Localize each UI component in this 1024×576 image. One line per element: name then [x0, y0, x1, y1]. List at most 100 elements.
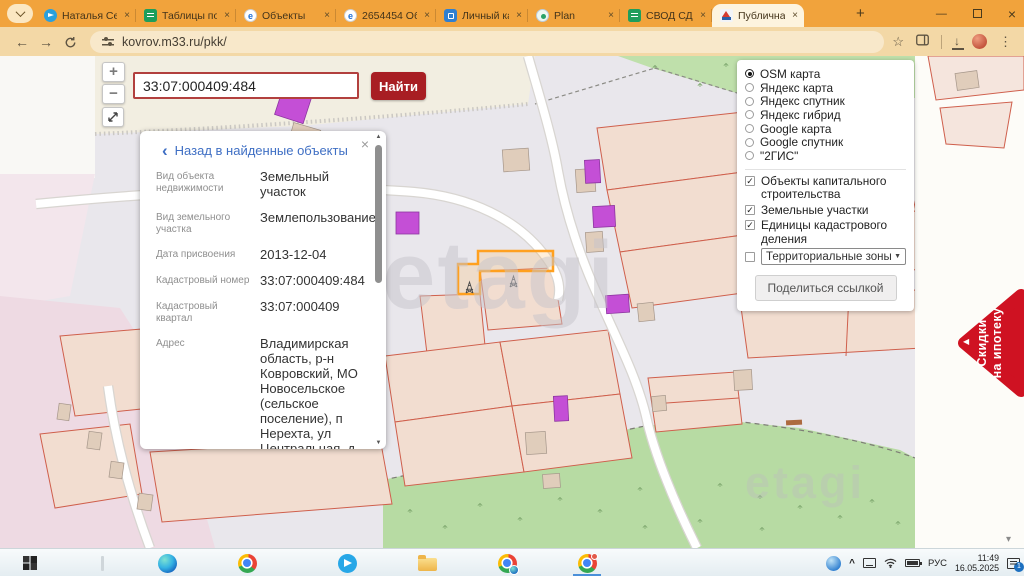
map-attribution-chevron-icon[interactable]: ▾	[1006, 534, 1011, 545]
browser-window: Наталья Селиван × Таблицы по прос × е Об…	[0, 0, 1024, 576]
taskbar-explorer-button[interactable]	[415, 552, 439, 574]
info-row: Кадастровый номер 33:07:000409:484	[156, 273, 360, 288]
wifi-icon[interactable]	[884, 558, 897, 568]
layer-option-yandex-map[interactable]: Яндекс карта	[745, 81, 906, 95]
fullscreen-button[interactable]	[102, 107, 124, 127]
radio-icon	[745, 97, 754, 106]
find-button[interactable]: Найти	[371, 72, 426, 100]
address-bar[interactable]: kovrov.m33.ru/pkk/	[90, 31, 884, 53]
radio-icon	[745, 110, 754, 119]
tab-tablicy[interactable]: Таблицы по прос ×	[136, 4, 236, 27]
chrome-edge-icon	[498, 554, 517, 573]
layer-option-yandex-hybrid[interactable]: Яндекс гибрид	[745, 108, 906, 122]
share-link-button[interactable]: Поделиться ссылкой	[755, 275, 897, 301]
window-maximize-button[interactable]	[973, 9, 982, 18]
sheets-favicon-icon	[628, 9, 641, 22]
checkbox-checked-icon: ✓	[745, 205, 755, 215]
expand-icon	[107, 111, 119, 123]
mortgage-discount-ribbon[interactable]: ◀ Скидки на ипотеку	[952, 287, 1024, 399]
tab-close-icon[interactable]: ×	[122, 10, 132, 21]
side-panel-icon[interactable]	[916, 33, 929, 51]
notification-center-icon[interactable]: 1	[1007, 558, 1020, 569]
tab-close-icon[interactable]: ×	[222, 10, 232, 21]
layer-option-yandex-sat[interactable]: Яндекс спутник	[745, 94, 906, 108]
back-chevron-icon: ‹	[162, 145, 168, 157]
e-favicon-icon: е	[244, 9, 257, 22]
overlay-land-parcels[interactable]: ✓ Земельные участки	[745, 204, 906, 218]
battery-icon[interactable]	[905, 559, 920, 567]
window-minimize-button[interactable]: —	[936, 8, 947, 20]
scroll-up-icon[interactable]: ▲	[373, 134, 384, 140]
overlay-territorial-zones: Территориальные зоны ▼	[745, 248, 906, 265]
ribbon-label: Скидки на ипотеку	[975, 288, 1009, 398]
taskbar-edge-button[interactable]	[155, 552, 179, 574]
checkbox-unchecked-icon[interactable]	[745, 252, 755, 262]
back-nav-icon[interactable]: ←	[10, 34, 34, 50]
new-tab-button[interactable]: +	[850, 3, 871, 24]
overlay-cadastral-units[interactable]: ✓ Единицы кадастрового деления	[745, 219, 906, 246]
site-info-icon[interactable]	[102, 37, 114, 47]
tab-2654454[interactable]: е 2654454 Объект ×	[336, 4, 436, 27]
tab-obekty[interactable]: е Объекты ×	[236, 4, 336, 27]
territorial-zones-select[interactable]: Территориальные зоны ▼	[761, 248, 906, 265]
windows-logo-icon	[23, 556, 37, 570]
panel-scrollbar[interactable]: ▲ ▼	[373, 134, 384, 446]
scroll-down-icon[interactable]: ▼	[373, 440, 384, 446]
cadastral-search-input[interactable]	[133, 72, 359, 99]
layer-option-osm[interactable]: OSM карта	[745, 67, 906, 81]
tab-close-icon[interactable]: ×	[790, 10, 800, 21]
plan-favicon-icon	[536, 9, 549, 22]
tab-close-icon[interactable]: ×	[422, 10, 432, 21]
tab-natalya[interactable]: Наталья Селиван ×	[36, 4, 136, 27]
tab-lichny-kabinet[interactable]: Личный кабинет ×	[436, 4, 528, 27]
tab-public-cadastral-active[interactable]: Публичная када ×	[712, 4, 804, 27]
tab-search-button[interactable]	[7, 4, 33, 23]
window-close-button[interactable]: ×	[1008, 6, 1016, 22]
profile-avatar[interactable]	[972, 34, 987, 49]
scrollbar-thumb[interactable]	[375, 145, 382, 283]
tab-close-icon[interactable]: ×	[514, 10, 524, 21]
radio-icon	[745, 124, 754, 133]
browser-menu-icon[interactable]: ⋮	[999, 34, 1012, 50]
taskbar-chrome-button[interactable]	[235, 552, 259, 574]
tab-svod-sdi[interactable]: СВОД СДИ (1) (1) ×	[620, 4, 712, 27]
tab-close-icon[interactable]: ×	[698, 10, 708, 21]
reload-icon[interactable]	[58, 34, 82, 50]
taskbar-chrome-active-button[interactable]	[575, 552, 599, 574]
info-row: Адрес Владимирская область, р-н Ковровск…	[156, 336, 360, 449]
edge-icon	[158, 554, 177, 573]
taskbar-telegram-button[interactable]	[335, 552, 359, 574]
tab-title: Публичная када	[738, 10, 785, 22]
forward-nav-icon[interactable]: →	[34, 34, 58, 50]
tab-plan[interactable]: Plan ×	[528, 4, 620, 27]
layer-option-google-sat[interactable]: Google спутник	[745, 135, 906, 149]
tray-chevron-icon[interactable]: ^	[849, 558, 855, 569]
back-link-label: Назад в найденные объекты	[175, 143, 348, 158]
info-row: Кадастровый квартал 33:07:000409	[156, 299, 360, 325]
tab-close-icon[interactable]: ×	[322, 10, 332, 21]
checkbox-checked-icon: ✓	[745, 220, 755, 230]
bookmark-star-icon[interactable]: ☆	[892, 34, 904, 50]
overlay-capital-objects[interactable]: ✓ Объекты капитального строительства	[745, 175, 906, 202]
start-button[interactable]	[18, 552, 42, 574]
radio-icon	[745, 151, 754, 160]
language-indicator[interactable]: РУС	[928, 558, 947, 569]
tab-title: Plan	[554, 10, 601, 22]
taskbar-clock[interactable]: 11:49 16.05.2025	[955, 553, 999, 573]
tab-close-icon[interactable]: ×	[606, 10, 616, 21]
zoom-controls: + −	[102, 62, 125, 106]
zoom-in-button[interactable]: +	[102, 62, 125, 82]
tray-display-icon[interactable]	[863, 558, 876, 568]
radio-icon	[745, 83, 754, 92]
layers-panel: OSM карта Яндекс карта Яндекс спутник Ян…	[737, 60, 914, 311]
layer-option-2gis[interactable]: "2ГИС"	[745, 149, 906, 163]
folder-icon	[418, 558, 437, 571]
panel-close-icon[interactable]: ×	[361, 136, 369, 152]
download-icon[interactable]: ↓	[954, 34, 960, 48]
layer-option-google-map[interactable]: Google карта	[745, 122, 906, 136]
tray-app-icon[interactable]	[826, 556, 841, 571]
back-to-results-link[interactable]: ‹ Назад в найденные объекты	[156, 143, 360, 158]
chrome-active-icon	[578, 554, 597, 573]
zoom-out-button[interactable]: −	[102, 84, 125, 104]
taskbar-chrome-profile-button[interactable]	[495, 552, 519, 574]
